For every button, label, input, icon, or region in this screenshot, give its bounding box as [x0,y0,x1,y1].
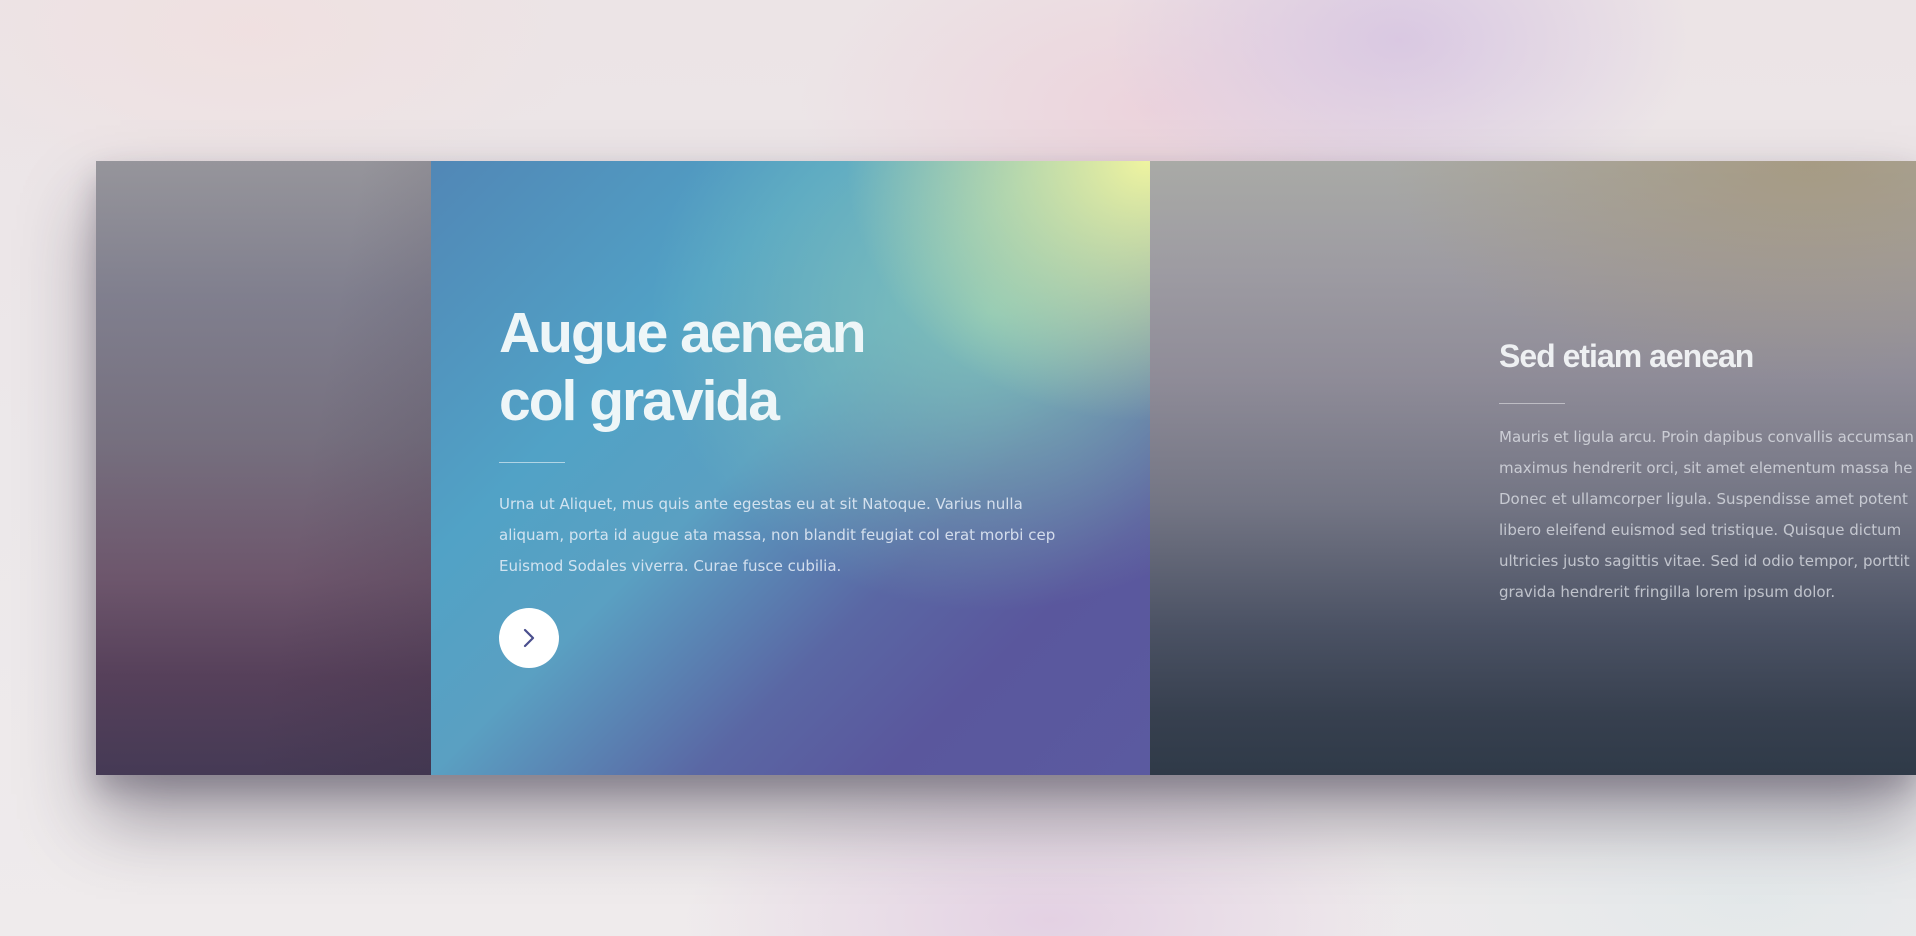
slider: Augue aenean col gravida Urna ut Aliquet… [96,161,1916,775]
slide-next-description-line: Donec et ullamcorper ligula. Suspendisse… [1499,490,1908,508]
slide-description-line: Euismod Sodales viverra. Curae fusce cub… [499,557,842,575]
chevron-right-icon [523,628,535,648]
slide-next-divider [1499,403,1565,404]
slide-next-content: Sed etiam aenean Mauris et ligula arcu. … [1499,336,1916,608]
slide-next[interactable]: Sed etiam aenean Mauris et ligula arcu. … [1150,161,1916,775]
slide-next-description-line: libero eleifend euismod sed tristique. Q… [1499,521,1902,539]
slide-description: Urna ut Aliquet, mus quis ante egestas e… [499,489,1059,582]
next-slide-button[interactable] [499,608,559,668]
slide-next-description-line: gravida hendrerit fringilla lorem ipsum … [1499,583,1836,601]
slide-next-description-line: ultricies justo sagittis vitae. Sed id o… [1499,552,1910,570]
slide-active: Augue aenean col gravida Urna ut Aliquet… [431,161,1150,775]
slide-next-description-line: Mauris et ligula arcu. Proin dapibus con… [1499,428,1914,446]
slide-next-title: Sed etiam aenean [1499,338,1754,374]
slide-title-line-1: Augue aenean [499,301,867,365]
slide-next-description-line: maximus hendrerit orci, sit amet element… [1499,459,1913,477]
slide-next-description: Mauris et ligula arcu. Proin dapibus con… [1499,422,1916,608]
slide-content: Augue aenean col gravida Urna ut Aliquet… [499,299,1059,668]
slide-description-line: aliquam, porta id augue ata massa, non b… [499,526,1056,544]
slide-title-line-2: col gravida [499,369,780,433]
slide-description-line: Urna ut Aliquet, mus quis ante egestas e… [499,495,1023,513]
title-divider [499,462,565,463]
slide-previous[interactable] [96,161,431,775]
slide-title: Augue aenean col gravida [499,299,1059,435]
